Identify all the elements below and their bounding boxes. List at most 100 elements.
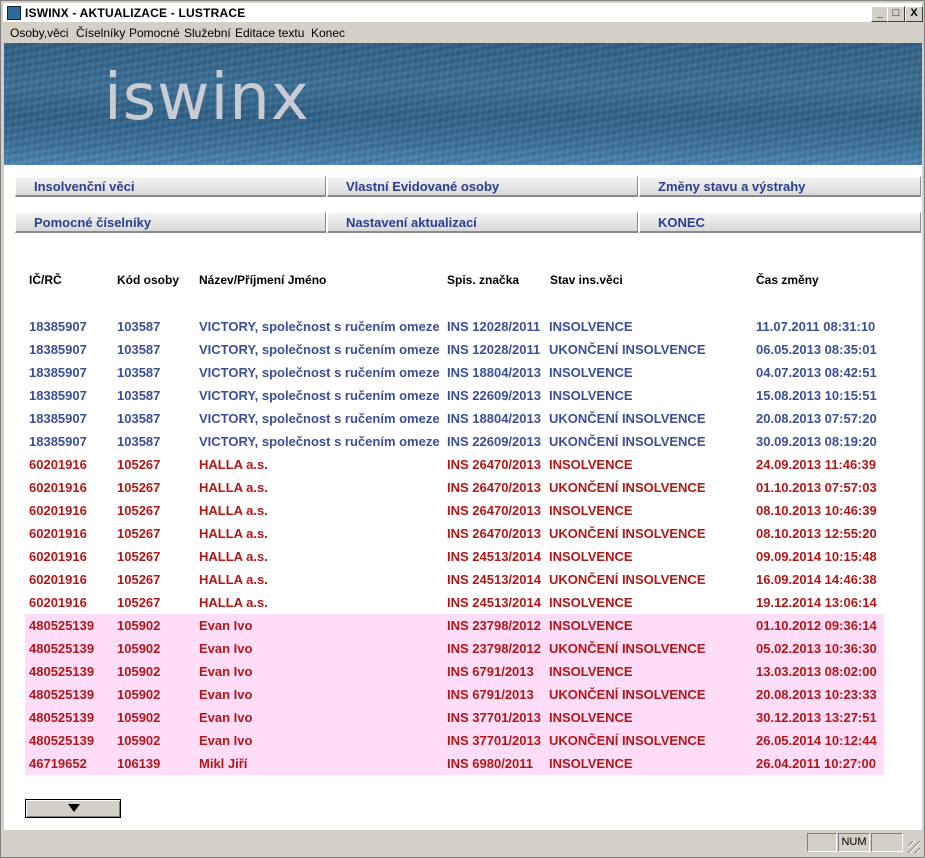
cell-kod: 105902 — [117, 710, 161, 725]
cell-spis: INS 24513/2014 — [447, 549, 541, 564]
table-row[interactable]: 60201916 105267 HALLA a.s. INS 24513/2014 IN… — [25, 545, 884, 568]
maximize-button[interactable]: □ — [887, 6, 905, 22]
header-stav[interactable]: Stav ins.věci — [550, 273, 623, 287]
cell-kod: 105267 — [117, 503, 161, 518]
cell-nazev: Evan Ivo — [199, 664, 253, 679]
cell-cas: 08.10.2013 12:55:20 — [756, 526, 877, 541]
table-row[interactable]: 60201916 105267 HALLA a.s. INS 26470/2013 UK… — [25, 522, 884, 545]
app-icon[interactable] — [7, 6, 21, 20]
header-nazev[interactable]: Název/Příjmení Jméno — [199, 273, 326, 287]
status-num: NUM — [838, 833, 870, 852]
title-bar[interactable]: ISWINX - AKTUALIZACE - LUSTRACE _ □ X — [3, 3, 923, 22]
cell-ic: 18385907 — [29, 434, 87, 449]
cell-spis: INS 37701/2013 — [447, 710, 541, 725]
table-row[interactable]: 480525139 105902 Evan Ivo INS 37701/2013 INS… — [25, 706, 884, 729]
table-row[interactable]: 480525139 105902 Evan Ivo INS 23798/2012 INS… — [25, 614, 884, 637]
menu-sluzebni[interactable]: Služební — [184, 26, 231, 40]
cell-stav: UKONČENÍ INSOLVENCE — [549, 342, 706, 357]
resize-grip-icon[interactable] — [908, 841, 920, 853]
nav-konec[interactable]: KONEC — [639, 212, 921, 233]
cell-stav: INSOLVENCE — [549, 756, 633, 771]
cell-stav: INSOLVENCE — [549, 595, 633, 610]
menu-ciselniky[interactable]: Číselníky — [76, 26, 125, 40]
menu-konec[interactable]: Konec — [311, 26, 345, 40]
cell-spis: INS 6980/2011 — [447, 756, 534, 771]
table-row[interactable]: 480525139 105902 Evan Ivo INS 6791/2013 INSO… — [25, 660, 884, 683]
cell-kod: 105267 — [117, 480, 161, 495]
cell-ic: 60201916 — [29, 572, 87, 587]
nav-zmeny-stavu[interactable]: Změny stavu a výstrahy — [639, 176, 921, 197]
cell-nazev: HALLA a.s. — [199, 549, 268, 564]
header-ic-rc[interactable]: IČ/RČ — [29, 273, 62, 287]
nav-pomocne-ciselniky[interactable]: Pomocné číselníky — [15, 212, 326, 233]
cell-cas: 01.10.2012 09:36:14 — [756, 618, 877, 633]
table-row[interactable]: 18385907 103587 VICTORY, společnost s ruče… — [25, 407, 884, 430]
menu-osoby-veci[interactable]: Osoby,věci — [10, 26, 68, 40]
cell-cas: 16.09.2014 14:46:38 — [756, 572, 877, 587]
table-row[interactable]: 480525139 105902 Evan Ivo INS 37701/2013 UKO… — [25, 729, 884, 752]
cell-kod: 103587 — [117, 342, 161, 357]
table-row[interactable]: 480525139 105902 Evan Ivo INS 6791/2013 UKON… — [25, 683, 884, 706]
table-row[interactable]: 18385907 103587 VICTORY, společnost s ruče… — [25, 430, 884, 453]
cell-nazev: VICTORY, společnost s ručením omezeným — [199, 411, 440, 426]
cell-stav: INSOLVENCE — [549, 457, 633, 472]
table-row[interactable]: 60201916 105267 HALLA a.s. INS 24513/2014 UK… — [25, 568, 884, 591]
menu-pomocne[interactable]: Pomocné — [129, 26, 180, 40]
cell-spis: INS 23798/2012 — [447, 641, 541, 656]
cell-cas: 20.08.2013 10:23:33 — [756, 687, 877, 702]
cell-spis: INS 26470/2013 — [447, 457, 541, 472]
table-row[interactable]: 60201916 105267 HALLA a.s. INS 26470/2013 IN… — [25, 499, 884, 522]
cell-cas: 11.07.2011 08:31:10 — [756, 319, 876, 334]
menu-bar: Osoby,věci Číselníky Pomocné Služební Ed… — [3, 23, 922, 42]
cell-kod: 103587 — [117, 365, 161, 380]
nav-vlastni-evidovane-osoby[interactable]: Vlastní Evidované osoby — [327, 176, 638, 197]
header-cas-zmeny[interactable]: Čas změny — [756, 273, 819, 287]
cell-stav: INSOLVENCE — [549, 618, 633, 633]
cell-cas: 01.10.2013 07:57:03 — [756, 480, 877, 495]
cell-nazev: VICTORY, společnost s ručením omezeným — [199, 434, 440, 449]
cell-cas: 04.07.2013 08:42:51 — [756, 365, 877, 380]
cell-cas: 19.12.2014 13:06:14 — [756, 595, 877, 610]
header-kod-osoby[interactable]: Kód osoby — [117, 273, 179, 287]
close-button[interactable]: X — [905, 6, 923, 22]
cell-cas: 06.05.2013 08:35:01 — [756, 342, 877, 357]
cell-stav: INSOLVENCE — [549, 388, 633, 403]
cell-cas: 08.10.2013 10:46:39 — [756, 503, 877, 518]
cell-nazev: Evan Ivo — [199, 641, 253, 656]
cell-kod: 105902 — [117, 618, 161, 633]
scroll-down-button[interactable] — [25, 799, 121, 818]
table-row[interactable]: 18385907 103587 VICTORY, společnost s ruče… — [25, 338, 884, 361]
table-row[interactable]: 60201916 105267 HALLA a.s. INS 24513/2014 IN… — [25, 591, 884, 614]
cell-cas: 26.05.2014 10:12:44 — [756, 733, 877, 748]
cell-ic: 46719652 — [29, 756, 87, 771]
app-logo: iswinx — [104, 61, 310, 135]
cell-stav: UKONČENÍ INSOLVENCE — [549, 526, 706, 541]
nav-nastaveni-aktualizaci[interactable]: Nastavení aktualizací — [327, 212, 638, 233]
table-row[interactable]: 18385907 103587 VICTORY, společnost s ruče… — [25, 384, 884, 407]
status-bar: NUM — [3, 831, 922, 855]
table-row[interactable]: 18385907 103587 VICTORY, společnost s ruče… — [25, 361, 884, 384]
cell-nazev: Mikl Jiří — [199, 756, 248, 771]
cell-nazev: HALLA a.s. — [199, 503, 268, 518]
header-spis-znacka[interactable]: Spis. značka — [447, 273, 519, 287]
table-row[interactable]: 46719652 106139 Mikl Jiří INS 6980/2011 INSO… — [25, 752, 884, 775]
cell-nazev: Evan Ivo — [199, 710, 253, 725]
cell-spis: INS 26470/2013 — [447, 480, 541, 495]
cell-cas: 13.03.2013 08:02:00 — [756, 664, 877, 679]
cell-cas: 24.09.2013 11:46:39 — [756, 457, 876, 472]
table-row[interactable]: 480525139 105902 Evan Ivo INS 23798/2012 UKO… — [25, 637, 884, 660]
cell-nazev: VICTORY, společnost s ručením omezeným — [199, 388, 440, 403]
cell-ic: 480525139 — [29, 641, 95, 656]
cell-nazev: Evan Ivo — [199, 618, 253, 633]
cell-kod: 105902 — [117, 733, 161, 748]
table-row[interactable]: 60201916 105267 HALLA a.s. INS 26470/2013 UK… — [25, 476, 884, 499]
cell-nazev: HALLA a.s. — [199, 595, 268, 610]
nav-insolvencni-veci[interactable]: Insolvenční věci — [15, 176, 326, 197]
cell-nazev: HALLA a.s. — [199, 480, 268, 495]
table-row[interactable]: 60201916 105267 HALLA a.s. INS 26470/2013 IN… — [25, 453, 884, 476]
cell-spis: INS 26470/2013 — [447, 503, 541, 518]
menu-editace-textu[interactable]: Editace textu — [235, 26, 304, 40]
arrow-down-icon — [68, 804, 80, 812]
table-row[interactable]: 18385907 103587 VICTORY, společnost s ruče… — [25, 315, 884, 338]
cell-ic: 60201916 — [29, 526, 87, 541]
